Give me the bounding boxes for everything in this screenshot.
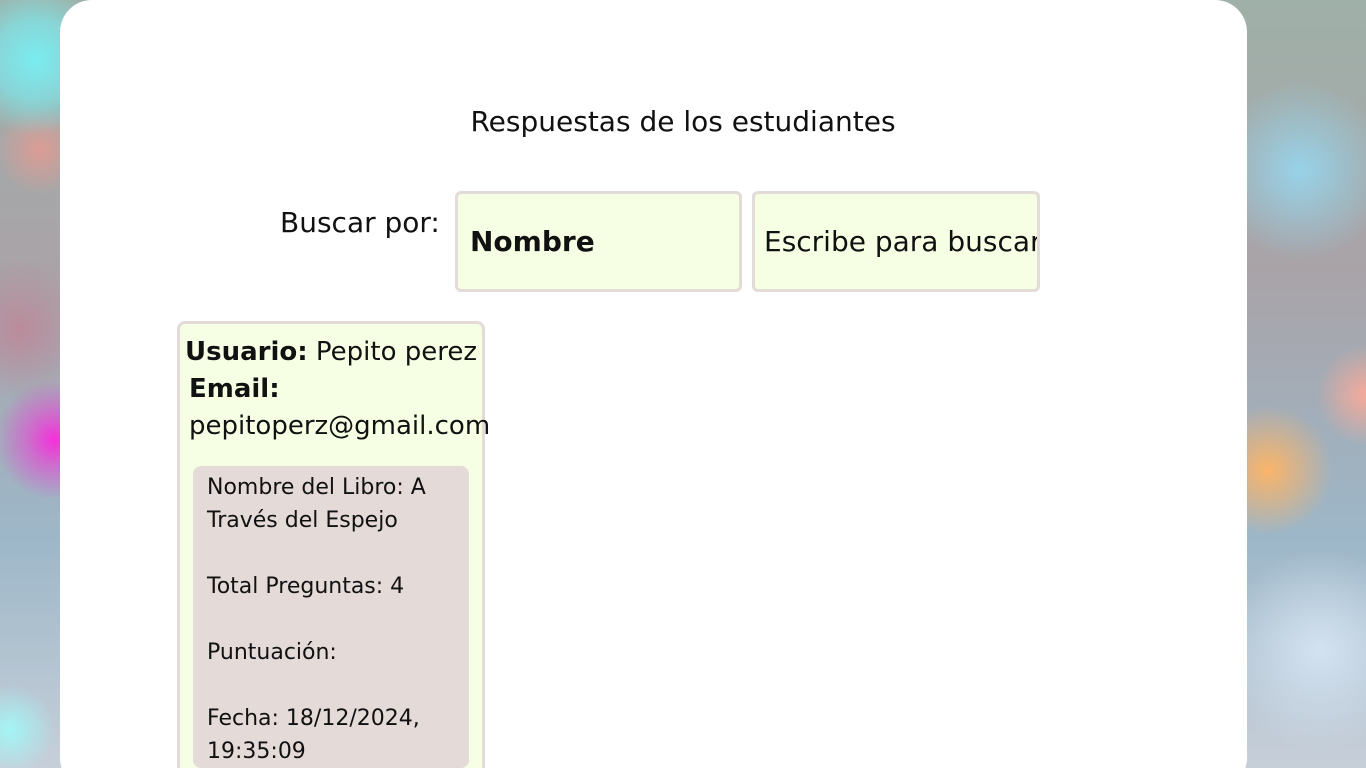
search-input-placeholder: Escribe para buscar: [764, 225, 1040, 258]
main-panel: Respuestas de los estudiantes Buscar por…: [60, 0, 1247, 768]
total-questions: Total Preguntas: 4: [207, 574, 405, 599]
book-name: Nombre del Libro: A Través del Espejo: [207, 475, 426, 533]
user-value: Pepito perez: [315, 337, 478, 367]
filter-select-value: Nombre: [470, 225, 595, 258]
search-by-label: Buscar por:: [280, 206, 440, 239]
user-label: Usuario:: [185, 337, 308, 367]
student-card: Usuario: Pepito perez Email: pepitoperz@…: [177, 321, 490, 768]
email-label: Email:: [189, 374, 280, 404]
date: Fecha: 18/12/2024, 19:35:09: [207, 706, 420, 764]
result-card[interactable]: Nombre del Libro: A Través del Espejo To…: [193, 466, 469, 768]
user-line: Usuario: Pepito perez: [185, 336, 477, 368]
page-title: Respuestas de los estudiantes: [470, 105, 896, 138]
filter-select[interactable]: Nombre: [455, 191, 742, 292]
search-input[interactable]: Escribe para buscar: [752, 191, 1040, 292]
email-value: pepitoperz@gmail.com: [189, 411, 491, 441]
score: Puntuación:: [207, 640, 337, 665]
